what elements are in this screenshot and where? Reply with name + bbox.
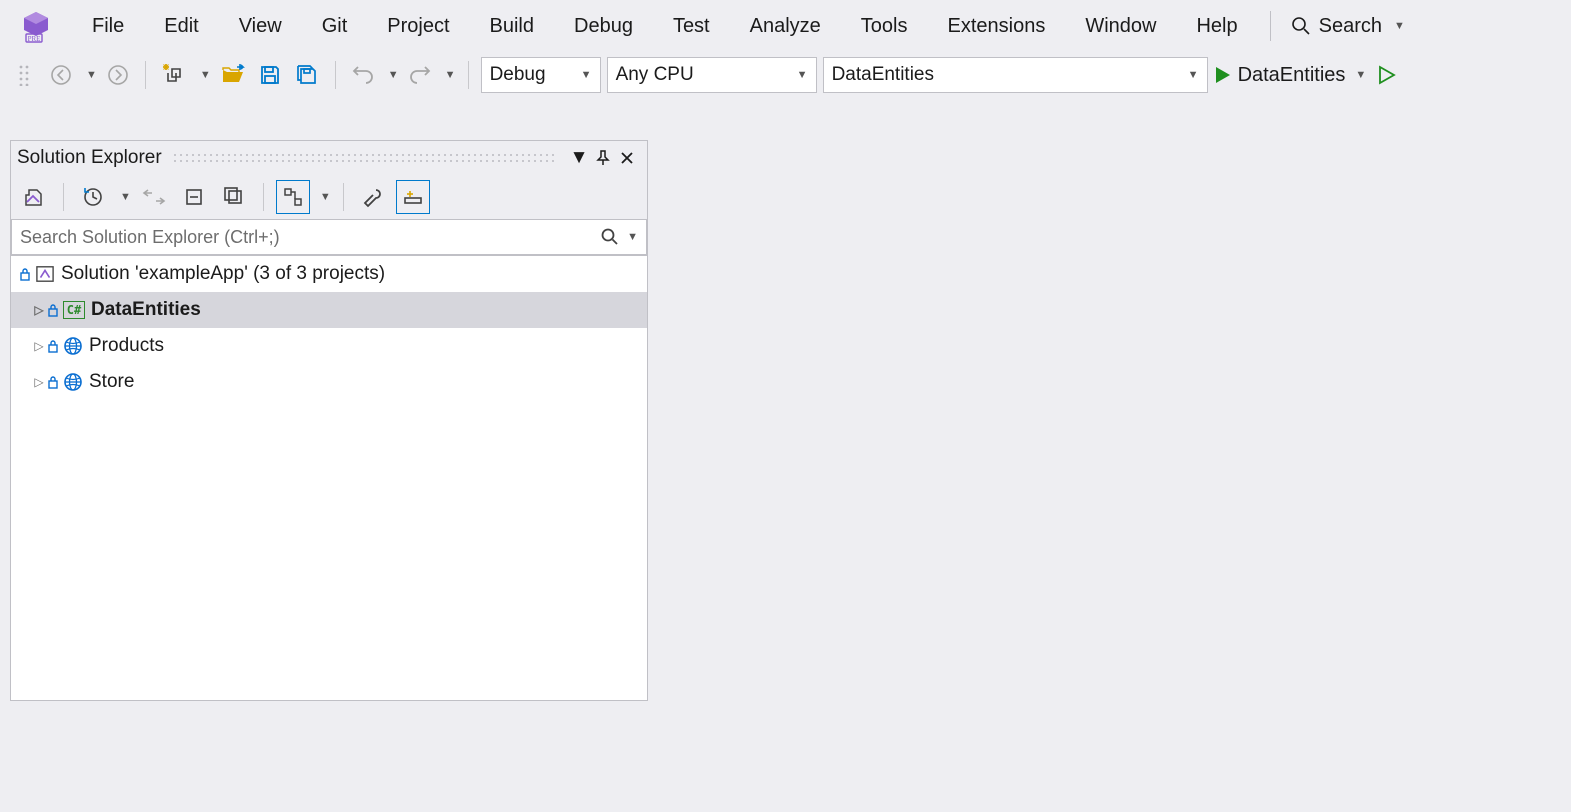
menu-git[interactable]: Git	[304, 9, 366, 44]
menu-project[interactable]: Project	[369, 9, 467, 44]
close-icon[interactable]	[615, 146, 639, 170]
lock-icon	[47, 303, 59, 317]
run-label: DataEntities	[1238, 64, 1346, 87]
drag-handle-icon	[10, 60, 40, 90]
toolbar-separator	[145, 61, 146, 89]
chevron-down-icon: ▼	[1394, 20, 1405, 32]
toolbar-separator	[263, 183, 264, 211]
startup-project-value: DataEntities	[832, 64, 934, 86]
startup-project-combo[interactable]: DataEntities ▼	[823, 57, 1208, 93]
home-button[interactable]	[17, 180, 51, 214]
chevron-down-icon[interactable]: ▼	[320, 191, 331, 203]
chevron-down-icon: ▼	[1188, 69, 1199, 81]
new-project-button[interactable]	[158, 60, 190, 90]
tree-node-label: Store	[89, 371, 134, 393]
toolbar-separator	[343, 183, 344, 211]
collapse-all-button[interactable]	[177, 180, 211, 214]
panel-grip[interactable]	[172, 152, 557, 164]
tree-node-label: DataEntities	[91, 299, 201, 321]
window-position-dropdown[interactable]: ▼	[567, 146, 591, 170]
sync-button[interactable]	[137, 180, 171, 214]
chevron-down-icon[interactable]: ▼	[445, 69, 456, 81]
panel-search[interactable]: ▼	[11, 219, 647, 255]
chevron-down-icon[interactable]: ▼	[86, 69, 97, 81]
expand-icon[interactable]: ▷	[31, 374, 47, 390]
web-project-icon	[63, 372, 83, 392]
chevron-down-icon: ▼	[581, 69, 592, 81]
menu-tools[interactable]: Tools	[843, 9, 926, 44]
chevron-down-icon[interactable]: ▼	[627, 231, 638, 243]
panel-titlebar: Solution Explorer ▼	[11, 141, 647, 175]
tree-project-store[interactable]: ▷ Store	[11, 364, 647, 400]
undo-button[interactable]	[348, 60, 378, 90]
tree-node-label: Products	[89, 335, 164, 357]
play-icon	[1214, 65, 1232, 85]
menu-analyze[interactable]: Analyze	[732, 9, 839, 44]
main-toolbar: ▼ ▼ ▼ ▼ Debug ▼ Any CPU ▼ DataEntities ▼	[0, 52, 1571, 98]
nav-back-button[interactable]	[46, 60, 76, 90]
configuration-combo[interactable]: Debug ▼	[481, 57, 601, 93]
menu-separator	[1270, 11, 1271, 41]
solution-icon	[35, 265, 55, 283]
toolbar-separator	[335, 61, 336, 89]
panel-title: Solution Explorer	[17, 147, 162, 169]
menu-view[interactable]: View	[221, 9, 300, 44]
solution-explorer-panel: Solution Explorer ▼ ▼ ▼	[10, 140, 648, 701]
save-all-button[interactable]	[291, 60, 323, 90]
expand-icon[interactable]: ▷	[31, 302, 47, 318]
global-search[interactable]: Search ▼	[1285, 11, 1411, 42]
platform-value: Any CPU	[616, 64, 694, 86]
csharp-project-icon: C#	[63, 301, 85, 319]
chevron-down-icon[interactable]: ▼	[120, 191, 131, 203]
show-all-files-button[interactable]	[217, 180, 251, 214]
svg-text:PRE: PRE	[28, 35, 41, 43]
chevron-down-icon[interactable]: ▼	[388, 69, 399, 81]
tree-project-dataentities[interactable]: ▷ C# DataEntities	[11, 292, 647, 328]
preview-selected-items-button[interactable]	[396, 180, 430, 214]
menu-file[interactable]: File	[74, 9, 142, 44]
menubar: PRE File Edit View Git Project Build Deb…	[0, 0, 1571, 52]
web-project-icon	[63, 336, 83, 356]
save-button[interactable]	[255, 60, 285, 90]
platform-combo[interactable]: Any CPU ▼	[607, 57, 817, 93]
lock-icon	[47, 339, 59, 353]
chevron-down-icon: ▼	[1355, 69, 1366, 81]
toolbar-separator	[468, 61, 469, 89]
search-label: Search	[1319, 15, 1382, 38]
menu-window[interactable]: Window	[1067, 9, 1174, 44]
vs-logo-icon: PRE	[18, 8, 54, 44]
menu-edit[interactable]: Edit	[146, 9, 216, 44]
pending-changes-filter-button[interactable]	[76, 180, 110, 214]
chevron-down-icon[interactable]: ▼	[200, 69, 211, 81]
lock-icon	[19, 267, 31, 281]
search-icon[interactable]	[601, 228, 619, 246]
menu-extensions[interactable]: Extensions	[929, 9, 1063, 44]
menu-debug[interactable]: Debug	[556, 9, 651, 44]
search-input[interactable]	[20, 227, 595, 248]
menu-test[interactable]: Test	[655, 9, 728, 44]
lock-icon	[47, 375, 59, 389]
tree-node-label: Solution 'exampleApp' (3 of 3 projects)	[61, 263, 385, 285]
open-file-button[interactable]	[217, 60, 249, 90]
menu-help[interactable]: Help	[1178, 9, 1255, 44]
panel-toolbar: ▼ ▼	[11, 175, 647, 219]
configuration-value: Debug	[490, 64, 546, 86]
nav-forward-button[interactable]	[103, 60, 133, 90]
track-active-item-button[interactable]	[276, 180, 310, 214]
solution-tree: Solution 'exampleApp' (3 of 3 projects) …	[11, 255, 647, 700]
pin-icon[interactable]	[591, 146, 615, 170]
start-debugging-button[interactable]: DataEntities ▼	[1214, 64, 1367, 87]
toolbar-separator	[63, 183, 64, 211]
start-without-debugging-button[interactable]	[1372, 60, 1402, 90]
search-icon	[1291, 16, 1311, 36]
chevron-down-icon: ▼	[797, 69, 808, 81]
tree-solution-node[interactable]: Solution 'exampleApp' (3 of 3 projects)	[11, 256, 647, 292]
redo-button[interactable]	[405, 60, 435, 90]
properties-button[interactable]	[356, 180, 390, 214]
menu-build[interactable]: Build	[472, 9, 552, 44]
expand-icon[interactable]: ▷	[31, 338, 47, 354]
tree-project-products[interactable]: ▷ Products	[11, 328, 647, 364]
